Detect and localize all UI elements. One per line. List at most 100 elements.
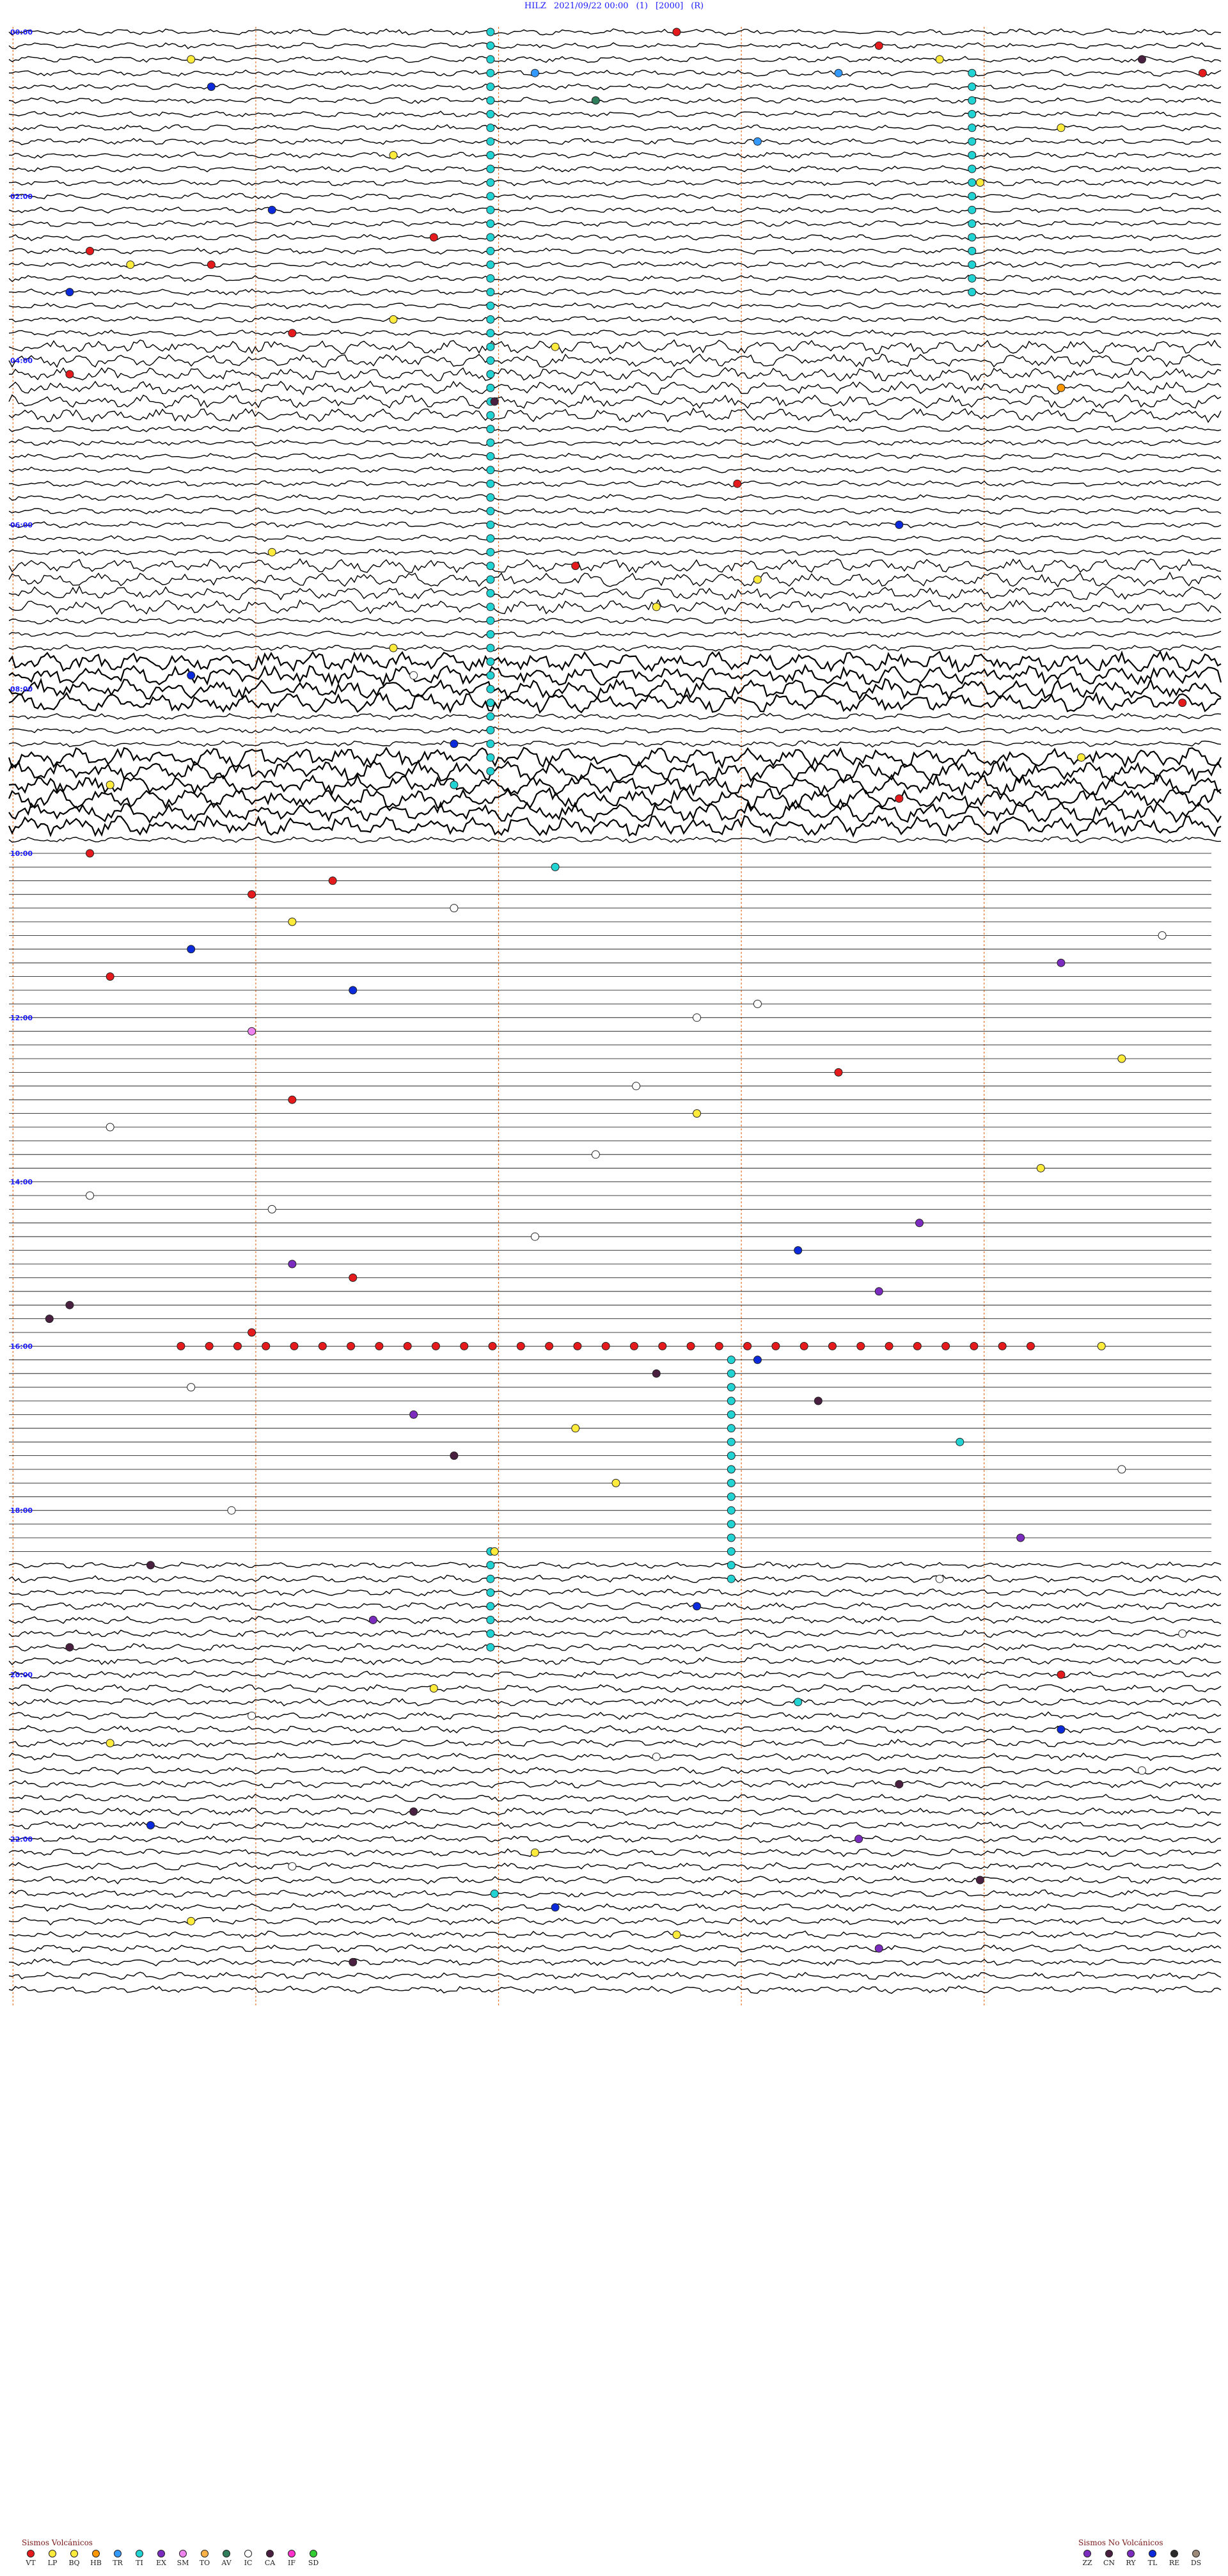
legend-swatch-icon — [179, 2550, 187, 2557]
tremor-dot — [968, 246, 977, 255]
tremor-dot — [486, 55, 495, 64]
trace-row — [8, 233, 1222, 241]
event-dot-ex — [854, 1835, 863, 1844]
trace-row — [8, 1615, 1222, 1625]
tremor-dot — [727, 1383, 736, 1392]
tremor-dot — [486, 507, 495, 516]
tremor-dot — [486, 493, 495, 502]
event-dot-lp — [389, 315, 398, 324]
tremor-dot — [486, 753, 495, 762]
legend-code: TI — [136, 2559, 143, 2567]
tremor-dot — [486, 164, 495, 173]
event-dot-vt — [86, 849, 95, 858]
legend-code: RY — [1126, 2559, 1136, 2567]
legend-swatch-icon — [1170, 2550, 1178, 2557]
event-dot-vt — [856, 1341, 865, 1350]
tremor-dot — [486, 699, 495, 707]
legend-item-sm: SM — [174, 2550, 192, 2567]
tremor-dot — [968, 96, 977, 105]
tremor-dot — [486, 438, 495, 447]
event-dot-vt — [516, 1341, 525, 1350]
tremor-dot — [968, 109, 977, 118]
tremor-dot — [486, 1602, 495, 1611]
event-dot-ca — [1137, 55, 1146, 64]
event-dot-vt — [828, 1341, 837, 1350]
event-dot-lp — [1117, 1054, 1126, 1063]
trace-row — [9, 1725, 1222, 1734]
hour-label: 00:00 — [10, 28, 33, 36]
event-dot-vt — [1178, 699, 1187, 707]
trace-row — [8, 521, 1222, 529]
hour-label: 14:00 — [10, 1178, 33, 1187]
trace-row — [8, 1697, 1222, 1707]
tremor-dot — [486, 725, 495, 734]
tremor-dot — [486, 260, 495, 269]
event-dot-vt — [834, 1068, 843, 1077]
event-dot-vt — [1057, 1670, 1066, 1679]
trace-row — [8, 548, 1222, 556]
tremor-dot — [486, 589, 495, 597]
trace-row — [8, 726, 1222, 734]
event-dot-ca — [45, 1315, 54, 1324]
tremor-dot — [486, 575, 495, 584]
trace-row — [8, 1902, 1222, 1912]
legend-item-ds: DS — [1187, 2550, 1205, 2567]
event-dot-lp — [106, 1739, 114, 1748]
trace-row — [8, 1588, 1222, 1597]
trace-row — [8, 759, 1222, 783]
event-dot-vt — [799, 1341, 808, 1350]
event-dot-vt — [403, 1341, 412, 1350]
event-dot-ca — [490, 397, 499, 406]
trace-row — [8, 835, 1222, 844]
trace-row — [8, 206, 1222, 214]
event-dot-ti — [490, 1889, 499, 1898]
minute-marker-lines — [12, 27, 985, 2006]
event-dot-ca — [652, 1369, 661, 1378]
tremor-dot — [968, 164, 977, 173]
event-dot-vt — [941, 1341, 950, 1350]
event-dot-ic — [1137, 1766, 1146, 1775]
tremor-dot — [727, 1478, 736, 1487]
trace-row — [8, 787, 1222, 809]
trace-row — [8, 558, 1222, 574]
event-dot-vt — [328, 876, 337, 885]
event-dot-lp — [935, 55, 944, 64]
event-dot-ic — [288, 1862, 297, 1871]
event-dot-lp — [1036, 1164, 1045, 1173]
event-dot-vt — [658, 1341, 667, 1350]
legend-item-sd: SD — [304, 2550, 322, 2567]
trace-row — [8, 571, 1222, 588]
trace-row — [8, 493, 1222, 502]
legend-code: EX — [156, 2559, 166, 2567]
event-dot-lp — [490, 1547, 499, 1556]
event-dot-tl — [450, 739, 459, 748]
trace-row — [8, 1766, 1222, 1775]
tremor-dot — [727, 1547, 736, 1556]
event-dot-vt — [714, 1341, 723, 1350]
tremor-dot — [968, 288, 977, 297]
tremor-dot — [486, 1643, 495, 1652]
trace-row — [8, 1876, 1222, 1885]
event-dot-ic — [1117, 1465, 1126, 1474]
tremor-dot — [727, 1410, 736, 1419]
event-dot-vt — [177, 1341, 185, 1350]
event-dot-vt — [347, 1341, 356, 1350]
event-dot-vt — [248, 890, 256, 899]
event-dot-ic — [591, 1150, 600, 1159]
tremor-dot — [486, 246, 495, 255]
event-dot-lp — [753, 575, 762, 584]
event-dot-lp — [267, 548, 276, 557]
trace-row — [8, 28, 1222, 36]
trace-row — [8, 691, 1222, 714]
event-dot-vt — [431, 1341, 440, 1350]
tremor-dot — [486, 123, 495, 132]
event-dot-vt — [318, 1341, 327, 1350]
trace-row — [8, 1930, 1222, 1939]
event-dot-ca — [814, 1396, 823, 1405]
event-dot-ca — [895, 1780, 904, 1789]
event-dot-vt — [743, 1341, 752, 1350]
legend-code: HB — [90, 2559, 102, 2567]
hour-labels: 00:00 02:00 04:00 06:00 08:00 10:00 12:00 14:00… — [10, 28, 33, 1844]
trace-row — [8, 535, 1222, 542]
tremor-dot — [486, 178, 495, 187]
